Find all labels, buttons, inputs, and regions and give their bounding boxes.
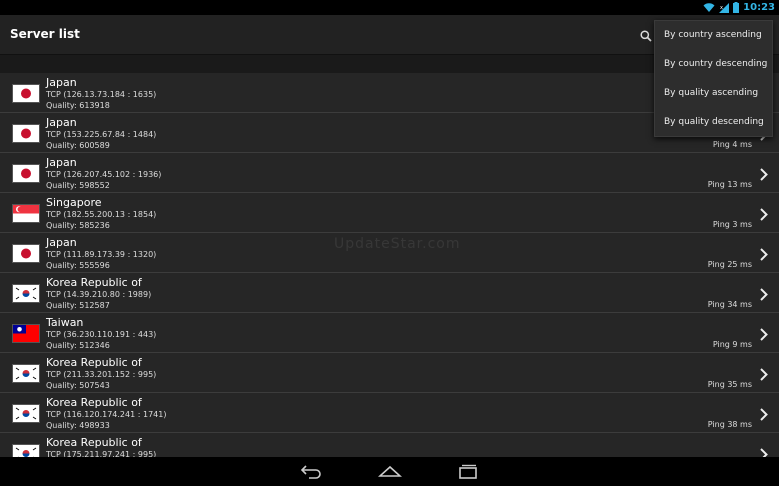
- japan-flag-icon: [12, 124, 40, 143]
- server-row[interactable]: Korea Republic of TCP (211.33.201.152 : 9…: [0, 353, 779, 393]
- chevron-right-icon[interactable]: [760, 246, 768, 265]
- chevron-right-icon[interactable]: [760, 366, 768, 385]
- server-row[interactable]: Singapore TCP (182.55.200.13 : 1854) Quali…: [0, 193, 779, 233]
- server-country: Korea Republic of: [46, 396, 142, 409]
- server-protocol: TCP (153.225.67.84 : 1484): [46, 130, 157, 139]
- japan-flag-icon: [12, 164, 40, 183]
- korea-flag-icon: [12, 404, 40, 423]
- chevron-right-icon[interactable]: [760, 206, 768, 225]
- status-icons: x 10:23: [703, 1, 775, 14]
- taiwan-flag-icon: [12, 324, 40, 343]
- korea-flag-icon: [12, 444, 40, 457]
- korea-flag-icon: [12, 364, 40, 383]
- server-quality: Quality: 585236: [46, 221, 110, 230]
- server-protocol: TCP (36.230.110.191 : 443): [46, 330, 157, 339]
- sort-menu-item[interactable]: By quality descending: [655, 108, 772, 137]
- server-country: Japan: [46, 236, 77, 249]
- server-country: Singapore: [46, 196, 102, 209]
- back-icon[interactable]: [300, 463, 324, 483]
- server-protocol: TCP (182.55.200.13 : 1854): [46, 210, 157, 219]
- server-country: Korea Republic of: [46, 356, 142, 369]
- server-row[interactable]: Taiwan TCP (36.230.110.191 : 443) Quality:…: [0, 313, 779, 353]
- chevron-right-icon[interactable]: [760, 166, 768, 185]
- server-protocol: TCP (211.33.201.152 : 995): [46, 370, 157, 379]
- sort-menu-item[interactable]: By quality ascending: [655, 79, 772, 108]
- chevron-right-icon[interactable]: [760, 446, 768, 457]
- server-country: Japan: [46, 76, 77, 89]
- server-ping: Ping 25 ms: [707, 260, 752, 269]
- sort-menu-item[interactable]: By country ascending: [655, 21, 772, 50]
- sort-menu-item[interactable]: By country descending: [655, 50, 772, 79]
- server-country: Korea Republic of: [46, 436, 142, 449]
- server-ping: Ping 3 ms: [712, 220, 752, 229]
- server-protocol: TCP (175.211.97.241 : 995): [46, 450, 157, 457]
- server-ping: Ping 34 ms: [707, 300, 752, 309]
- server-quality: Quality: 555596: [46, 261, 110, 270]
- server-quality: Quality: 613918: [46, 101, 110, 110]
- svg-text:x: x: [720, 5, 723, 11]
- server-country: Taiwan: [46, 316, 84, 329]
- server-country: Japan: [46, 156, 77, 169]
- watermark: UpdateStar.com: [334, 236, 461, 252]
- server-ping: Ping 4 ms: [712, 140, 752, 149]
- server-row[interactable]: Korea Republic of TCP (175.211.97.241 : 9…: [0, 433, 779, 457]
- server-row[interactable]: Korea Republic of TCP (116.120.174.241 : …: [0, 393, 779, 433]
- server-ping: Ping 13 ms: [707, 180, 752, 189]
- recents-icon[interactable]: [456, 463, 480, 483]
- server-ping: Ping 38 ms: [707, 420, 752, 429]
- chevron-right-icon[interactable]: [760, 286, 768, 305]
- sort-menu: By country ascending By country descendin…: [654, 20, 773, 137]
- server-row[interactable]: Korea Republic of TCP (14.39.210.80 : 198…: [0, 273, 779, 313]
- japan-flag-icon: [12, 84, 40, 103]
- server-ping: Ping 9 ms: [712, 340, 752, 349]
- server-country: Korea Republic of: [46, 276, 142, 289]
- server-quality: Quality: 512346: [46, 341, 110, 350]
- korea-flag-icon: [12, 284, 40, 303]
- status-bar: x 10:23: [0, 0, 779, 15]
- search-icon[interactable]: [640, 27, 652, 46]
- server-quality: Quality: 600589: [46, 141, 110, 150]
- server-protocol: TCP (14.39.210.80 : 1989): [46, 290, 152, 299]
- japan-flag-icon: [12, 244, 40, 263]
- server-quality: Quality: 507543: [46, 381, 110, 390]
- singapore-flag-icon: [12, 204, 40, 223]
- server-protocol: TCP (126.13.73.184 : 1635): [46, 90, 157, 99]
- server-protocol: TCP (116.120.174.241 : 1741): [46, 410, 167, 419]
- status-time: 10:23: [743, 2, 775, 13]
- server-country: Japan: [46, 116, 77, 129]
- chevron-right-icon[interactable]: [760, 326, 768, 345]
- server-row[interactable]: Japan TCP (126.207.45.102 : 1936) Quality:…: [0, 153, 779, 193]
- page-title: Server list: [10, 27, 80, 41]
- server-quality: Quality: 498933: [46, 421, 110, 430]
- server-quality: Quality: 598552: [46, 181, 110, 190]
- server-protocol: TCP (126.207.45.102 : 1936): [46, 170, 162, 179]
- server-protocol: TCP (111.89.173.39 : 1320): [46, 250, 157, 259]
- navigation-bar: [0, 457, 779, 486]
- server-ping: Ping 35 ms: [707, 380, 752, 389]
- chevron-right-icon[interactable]: [760, 406, 768, 425]
- home-icon[interactable]: [377, 463, 403, 483]
- server-quality: Quality: 512587: [46, 301, 110, 310]
